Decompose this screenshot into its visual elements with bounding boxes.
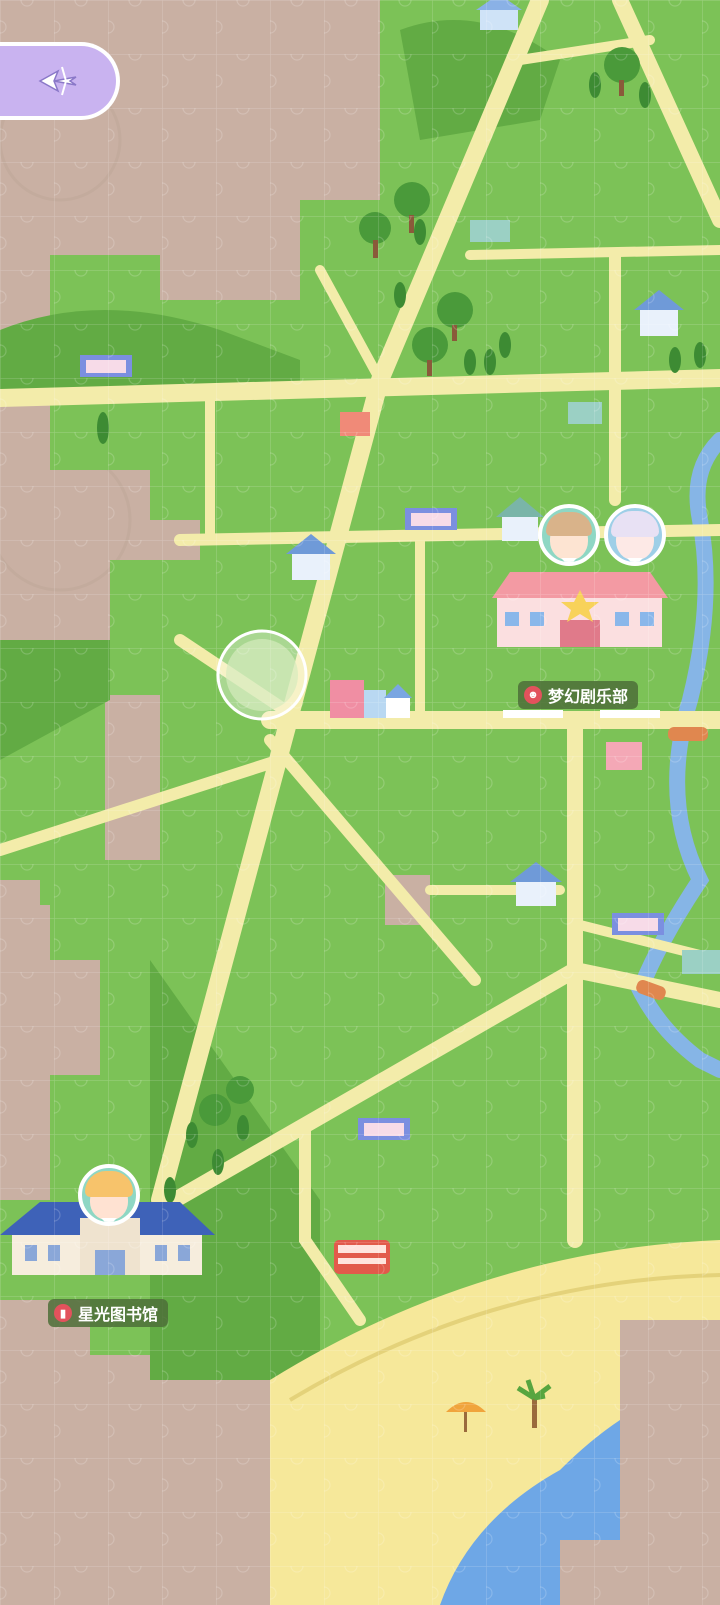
book-icon: ▮: [54, 1304, 72, 1322]
avatar-blonde-character[interactable]: [78, 1164, 140, 1226]
character-hair: [546, 512, 592, 536]
back-button[interactable]: [0, 42, 120, 120]
theater-label[interactable]: ☻ 梦幻剧乐部: [518, 681, 639, 709]
avatar-white-haired-character[interactable]: [604, 504, 666, 566]
avatar-brown-haired-character[interactable]: [538, 504, 600, 566]
library-name: 星光图书馆: [78, 1307, 159, 1324]
character-hair: [85, 1171, 133, 1197]
city-map[interactable]: [0, 0, 720, 1605]
library-label[interactable]: ▮ 星光图书馆: [48, 1299, 169, 1327]
mask-icon: ☻: [524, 686, 542, 704]
puzzle-grid-overlay: [0, 0, 720, 1605]
compass-back-icon: [38, 66, 77, 96]
theater-name: 梦幻剧乐部: [548, 689, 629, 706]
character-hair: [611, 511, 659, 537]
